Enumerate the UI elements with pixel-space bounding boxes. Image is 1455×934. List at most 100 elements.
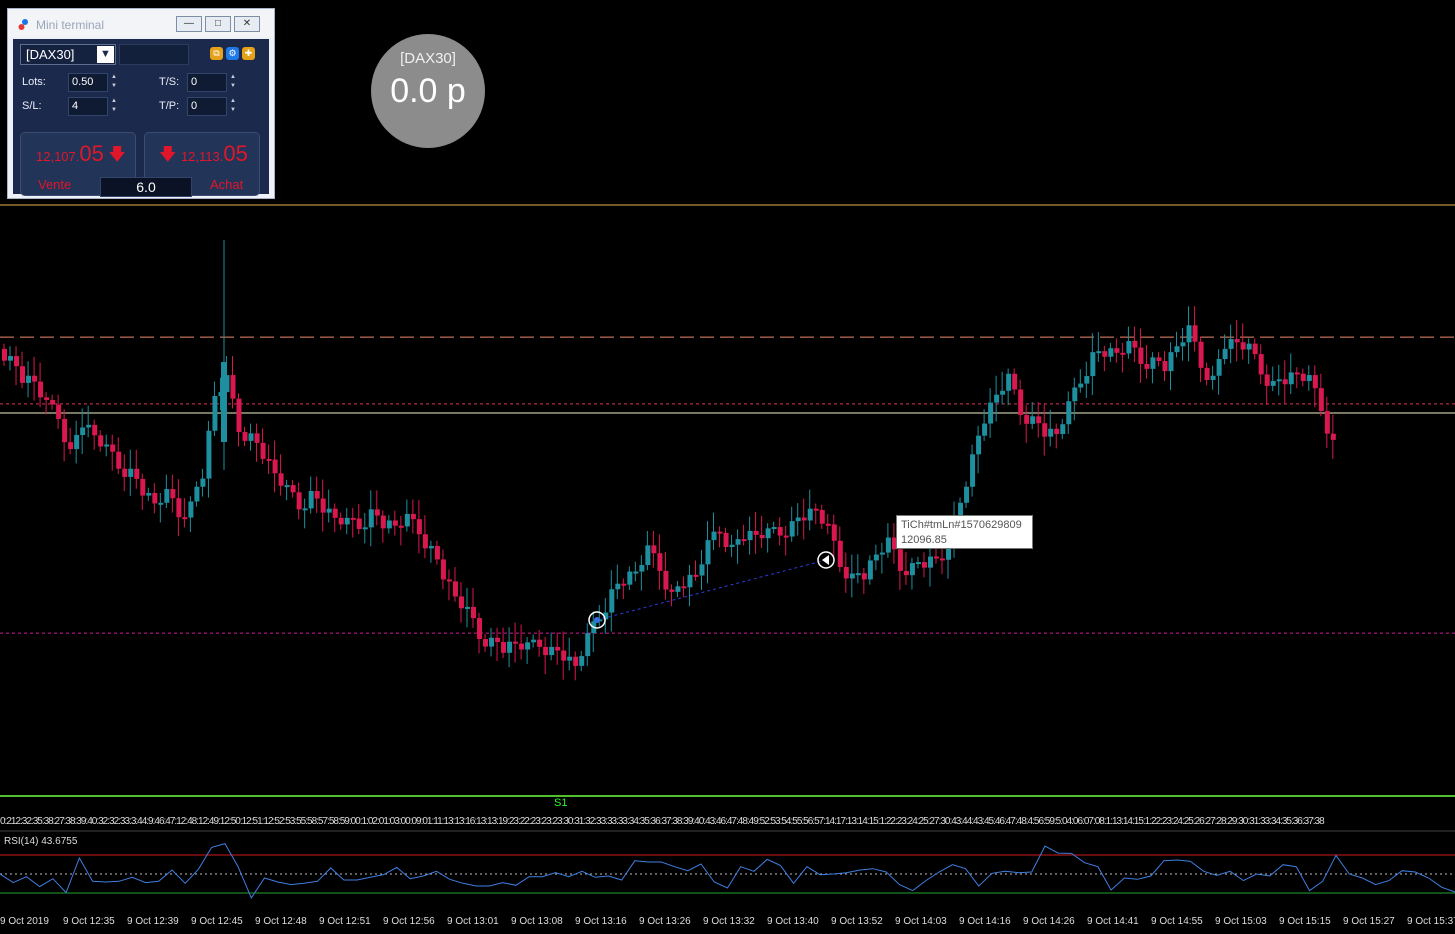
candle-body [885,537,891,553]
candle-body [970,454,976,487]
candle-body [1018,389,1024,416]
sl-stepper[interactable]: ▲ ▼ [109,97,119,116]
candle-body [38,381,44,398]
lots-stepper[interactable]: ▲ ▼ [109,73,119,92]
candle-body [873,554,879,561]
candle-body [98,435,104,447]
buy-price-pips: 05 [223,141,248,166]
overlapped-time-labels: 0:212:32:35:38:27:38:39:40:32:32:33:3:44… [0,816,1325,827]
candle-body [765,528,771,539]
candle-body [927,556,933,568]
candle-body [585,633,591,657]
candle-body [567,656,573,661]
candle-body [831,524,837,541]
candle-body [687,574,693,588]
candle-body [657,553,663,571]
time-tick-label: 9 Oct 12:39 [127,916,179,927]
candle-body [128,468,134,477]
candle-body [170,489,176,499]
expand-icon[interactable]: ✚ [242,47,255,60]
candle-body [1042,423,1048,437]
lots-input[interactable]: 0.50 [68,73,108,92]
gear-icon[interactable]: ⚙ [226,47,239,60]
candle-body [843,566,849,579]
candle-body [1102,351,1108,357]
candle-body [988,402,994,424]
mini-terminal-titlebar[interactable]: Mini terminal — □ ✕ [8,9,274,37]
profit-badge-value: 0.0 p [390,72,466,110]
candle-body [573,656,579,666]
candle-body [705,540,711,565]
candle-body [1306,375,1312,381]
candle-body [368,509,374,528]
candle-body [1006,373,1012,391]
candle-body [663,570,669,590]
time-tick-label: 9 Oct 14:03 [895,916,947,927]
buy-label: Achat [210,177,244,192]
candle-body [1192,325,1198,342]
tp-input[interactable]: 0 [187,97,227,116]
candle-body [1054,428,1060,435]
ts-input[interactable]: 0 [187,73,227,92]
candle-body [1030,416,1036,424]
candle-body [416,519,422,535]
candle-body [194,486,200,502]
candle-body [855,573,861,576]
candle-body [669,589,675,592]
candle-body [182,517,188,520]
lot-size-display[interactable]: 6.0 [100,177,192,197]
candle-body [777,527,783,536]
mini-terminal-window[interactable]: Mini terminal — □ ✕ [DAX30] ▼ ⧉ ⚙ ✚ Lots… [7,8,275,199]
buy-price: 🡇 12,113.05 [159,141,248,171]
candle-body [1240,342,1246,350]
candle-body [1270,380,1276,386]
time-tick-label: 9 Oct 12:51 [319,916,371,927]
time-tick-label: 9 Oct 12:35 [63,916,115,927]
candle-body [68,442,74,450]
lots-label: Lots: [22,76,46,88]
symbol-info-field [119,44,189,65]
minimize-button[interactable]: — [176,16,202,32]
candle-body [278,473,284,486]
candle-body [813,508,819,511]
ts-stepper[interactable]: ▲ ▼ [228,73,238,92]
candle-body [471,606,477,619]
candle-body [404,513,410,527]
time-tick-label: 9 Oct 15:03 [1215,916,1267,927]
rsi-line [0,843,1455,899]
candle-body [1126,341,1132,354]
close-button[interactable]: ✕ [234,16,260,32]
copy-icon[interactable]: ⧉ [210,47,223,60]
candle-body [1012,373,1018,390]
candle-body [1252,343,1258,355]
candle-body [1066,401,1072,425]
candle-body [260,442,266,459]
candle-body [1318,388,1324,412]
candle-body [134,468,140,479]
candle-body [627,571,633,585]
time-tick-label: 9 Oct 14:16 [959,916,1011,927]
candle-body [308,491,314,509]
maximize-button[interactable]: □ [205,16,231,32]
candle-body [104,444,110,447]
symbol-dropdown[interactable]: [DAX30] ▼ [20,44,116,65]
candle-body [1072,387,1078,402]
candle-body [1186,325,1192,343]
candle-body [825,523,831,526]
candle-body [789,521,795,537]
candle-body [320,498,326,513]
candle-body [452,581,458,597]
sl-input[interactable]: 4 [68,97,108,116]
candle-body [681,586,687,589]
candle-body [50,399,56,405]
candle-body [561,650,567,661]
tp-stepper[interactable]: ▲ ▼ [228,97,238,116]
candle-body [1246,343,1252,350]
candle-body [176,498,182,518]
chevron-down-icon[interactable]: ▼ [97,46,114,63]
candle-body [994,394,1000,403]
time-tick-label: 9 Oct 13:01 [447,916,499,927]
candle-body [783,535,789,538]
candle-body [230,375,236,399]
candle-body [92,424,98,436]
